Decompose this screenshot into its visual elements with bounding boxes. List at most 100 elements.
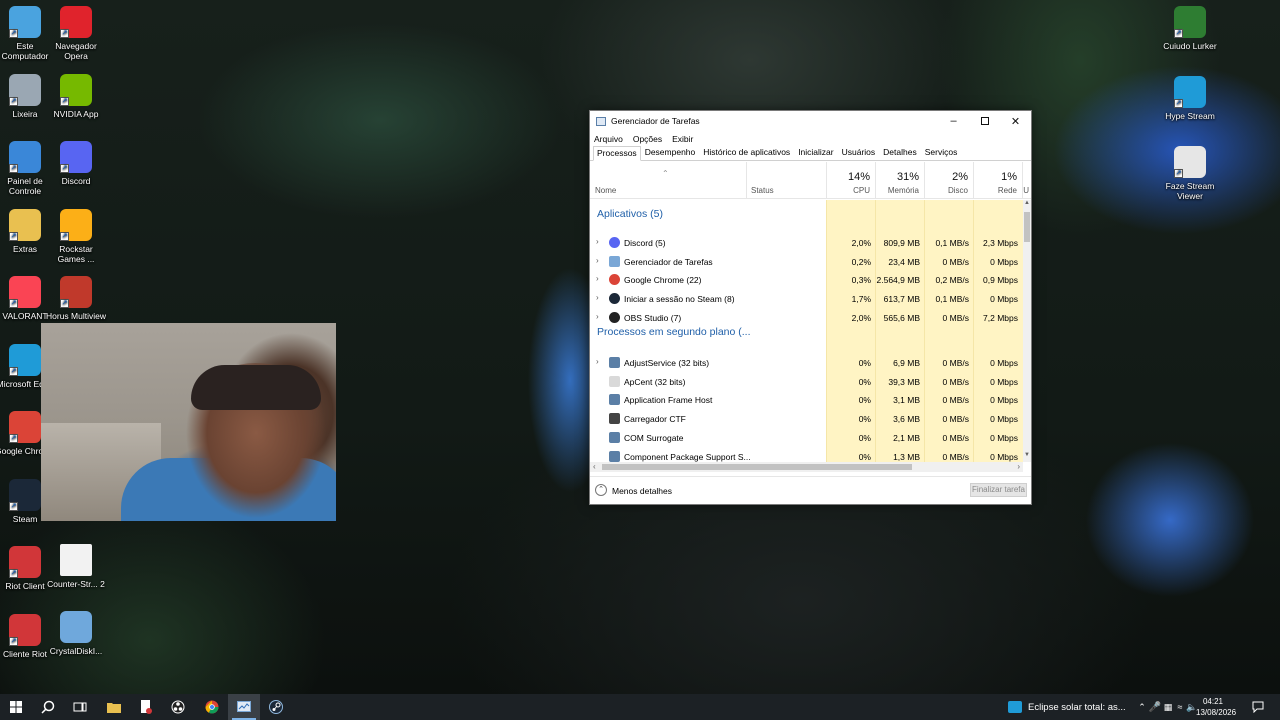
microphone-icon[interactable]: 🎤 bbox=[1148, 702, 1162, 713]
horizontal-scroll-thumb[interactable] bbox=[602, 464, 912, 470]
close-button[interactable]: ✕ bbox=[1000, 111, 1031, 131]
taskbar-file-explorer[interactable] bbox=[98, 694, 130, 720]
desktop-icon[interactable]: ↗ Hype Stream bbox=[1159, 76, 1221, 121]
desktop-icon-label: Hype Stream bbox=[1165, 111, 1215, 121]
desktop-icon-label: Discord bbox=[61, 176, 91, 186]
vertical-scrollbar[interactable]: ▲ ▼ bbox=[1023, 200, 1031, 462]
tab-detalhes[interactable]: Detalhes bbox=[879, 145, 921, 160]
vertical-scroll-thumb[interactable] bbox=[1024, 212, 1030, 242]
process-net: 0 Mbps bbox=[990, 414, 1018, 425]
process-list: Aplicativos (5) Processos em segundo pla… bbox=[590, 200, 1023, 462]
network-icon[interactable]: ▦ bbox=[1162, 702, 1174, 713]
task-manager-icon bbox=[609, 255, 620, 267]
desktop-icon[interactable]: ↗ Discord bbox=[45, 141, 107, 186]
title-bar[interactable]: Gerenciador de Tarefas – ✕ bbox=[590, 111, 1031, 131]
scroll-up-icon[interactable]: ▲ bbox=[1023, 200, 1031, 210]
desktop-icon[interactable]: ↗ Faze Stream Viewer bbox=[1159, 146, 1221, 201]
minimize-button[interactable]: – bbox=[938, 111, 969, 131]
chevron-up-icon[interactable]: ⌃ bbox=[1136, 702, 1148, 713]
column-name[interactable]: Nome bbox=[595, 186, 616, 195]
group-background-title[interactable]: Processos em segundo plano (... bbox=[597, 326, 751, 338]
scroll-down-icon[interactable]: ▼ bbox=[1023, 452, 1031, 462]
maximize-button[interactable] bbox=[969, 111, 1000, 131]
desktop-icon[interactable]: ↗ Horus Multiview bbox=[45, 276, 107, 321]
process-net: 2,3 Mbps bbox=[983, 238, 1018, 248]
chevron-right-icon[interactable]: › bbox=[596, 237, 599, 246]
service-icon bbox=[609, 394, 620, 406]
desktop-icon-label: CrystalDiskI... bbox=[49, 646, 103, 656]
desktop-icon[interactable]: ↗ Navegador Opera bbox=[45, 6, 107, 61]
process-name: Gerenciador de Tarefas bbox=[624, 256, 713, 267]
task-view-button[interactable] bbox=[64, 694, 96, 720]
process-row[interactable]: ApCent (32 bits) 0% 39,3 MB 0 MB/s 0 Mbps bbox=[590, 372, 1023, 391]
column-net-header[interactable]: 1% Rede bbox=[973, 162, 1022, 199]
tab-historico[interactable]: Histórico de aplicativos bbox=[699, 145, 794, 160]
chevron-right-icon[interactable]: › bbox=[596, 357, 599, 366]
taskbar-steam[interactable] bbox=[260, 694, 292, 720]
desktop-icon[interactable]: Counter-Str... 2 bbox=[45, 544, 107, 589]
search-button[interactable] bbox=[32, 694, 64, 720]
process-row[interactable]: › Gerenciador de Tarefas 0,2% 23,4 MB 0 MB/s… bbox=[590, 252, 1023, 271]
notifications-button[interactable] bbox=[1244, 694, 1272, 720]
shortcut-arrow-icon: ↗ bbox=[9, 29, 18, 38]
webcam-overlay bbox=[41, 323, 336, 521]
column-status-header[interactable]: Status bbox=[746, 162, 826, 199]
column-extra-header[interactable]: U bbox=[1022, 162, 1031, 199]
desktop-icon[interactable]: ↗ Cuiudo Lurker bbox=[1159, 6, 1221, 51]
desktop-icon[interactable]: ↗ NVIDIA App bbox=[45, 73, 107, 119]
process-row[interactable]: Component Package Support S... 0% 1,3 MB 0 … bbox=[590, 447, 1023, 463]
shortcut-arrow-icon: ↗ bbox=[1174, 29, 1183, 38]
chevron-right-icon[interactable]: › bbox=[596, 274, 599, 283]
desktop-icon[interactable]: CrystalDiskI... bbox=[45, 611, 107, 656]
column-mem-header[interactable]: 31% Memória bbox=[875, 162, 924, 199]
menu-opcoes[interactable]: Opções bbox=[633, 134, 662, 144]
process-row[interactable]: Carregador CTF 0% 3,6 MB 0 MB/s 0 Mbps bbox=[590, 409, 1023, 428]
process-row[interactable]: › Google Chrome (22) 0,3% 2.564,9 MB 0,2 MB/… bbox=[590, 270, 1023, 289]
menu-arquivo[interactable]: Arquivo bbox=[594, 134, 623, 144]
clock[interactable]: 04:21 13/08/2026 bbox=[1196, 696, 1236, 718]
shortcut-arrow-icon: ↗ bbox=[60, 299, 69, 308]
taskbar-task-manager[interactable] bbox=[228, 694, 260, 720]
taskbar-obs[interactable] bbox=[162, 694, 194, 720]
horizontal-scrollbar[interactable]: ‹ › bbox=[590, 462, 1023, 472]
desktop-icon[interactable]: ↗ Rockstar Games ... bbox=[45, 208, 107, 264]
fewer-details-link[interactable]: Menos detalhes bbox=[612, 486, 672, 496]
chevron-right-icon[interactable]: › bbox=[596, 293, 599, 302]
process-row[interactable]: › OBS Studio (7) 2,0% 565,6 MB 0 MB/s 7,2 Mbp… bbox=[590, 308, 1023, 327]
column-disk-header[interactable]: 2% Disco bbox=[924, 162, 973, 199]
scroll-left-icon[interactable]: ‹ bbox=[593, 462, 596, 471]
wifi-icon[interactable]: ≈ bbox=[1174, 702, 1186, 712]
taskbar-chrome[interactable] bbox=[196, 694, 228, 720]
chevron-right-icon[interactable]: › bbox=[596, 312, 599, 321]
task-manager-window[interactable]: Gerenciador de Tarefas – ✕ Arquivo Opçõe… bbox=[589, 110, 1032, 505]
minimize-icon: – bbox=[950, 115, 957, 127]
process-mem: 3,6 MB bbox=[893, 414, 920, 425]
column-cpu-header[interactable]: 14% CPU bbox=[826, 162, 875, 199]
tab-usuarios[interactable]: Usuários bbox=[838, 145, 880, 160]
shortcut-arrow-icon: ↗ bbox=[9, 299, 18, 308]
chevron-up-icon[interactable]: ⌃ bbox=[595, 484, 607, 496]
scroll-right-icon[interactable]: › bbox=[1017, 462, 1020, 471]
process-row[interactable]: COM Surrogate 0% 2,1 MB 0 MB/s 0 Mbps bbox=[590, 428, 1023, 447]
process-row[interactable]: › Discord (5) 2,0% 809,9 MB 0,1 MB/s 2,3 Mbps bbox=[590, 233, 1023, 252]
process-name: AdjustService (32 bits) bbox=[624, 358, 710, 368]
taskbar-document[interactable] bbox=[130, 694, 162, 720]
tab-processos[interactable]: Processos bbox=[593, 146, 641, 161]
tab-servicos[interactable]: Serviços bbox=[921, 145, 962, 160]
end-task-button[interactable]: Finalizar tarefa bbox=[970, 483, 1027, 497]
start-button[interactable] bbox=[0, 694, 32, 720]
news-widget[interactable]: Eclipse solar total: as... bbox=[1008, 694, 1126, 720]
chevron-right-icon[interactable]: › bbox=[596, 256, 599, 265]
shortcut-arrow-icon: ↗ bbox=[9, 569, 18, 578]
column-mem: Memória bbox=[887, 186, 919, 195]
menu-exibir[interactable]: Exibir bbox=[672, 134, 693, 144]
process-row[interactable]: Application Frame Host 0% 3,1 MB 0 MB/s 0 Mb… bbox=[590, 390, 1023, 409]
tab-inicializar[interactable]: Inicializar bbox=[794, 145, 837, 160]
tab-desempenho[interactable]: Desempenho bbox=[641, 145, 700, 160]
group-apps-title[interactable]: Aplicativos (5) bbox=[597, 208, 663, 220]
process-mem: 613,7 MB bbox=[883, 294, 920, 305]
net-total: 1% bbox=[1001, 171, 1017, 183]
process-row[interactable]: › AdjustService (32 bits) 0% 6,9 MB 0 MB/s 0 … bbox=[590, 353, 1023, 372]
mem-total: 31% bbox=[896, 171, 919, 183]
process-row[interactable]: › Iniciar a sessão no Steam (8) 1,7% 613,7 … bbox=[590, 289, 1023, 308]
